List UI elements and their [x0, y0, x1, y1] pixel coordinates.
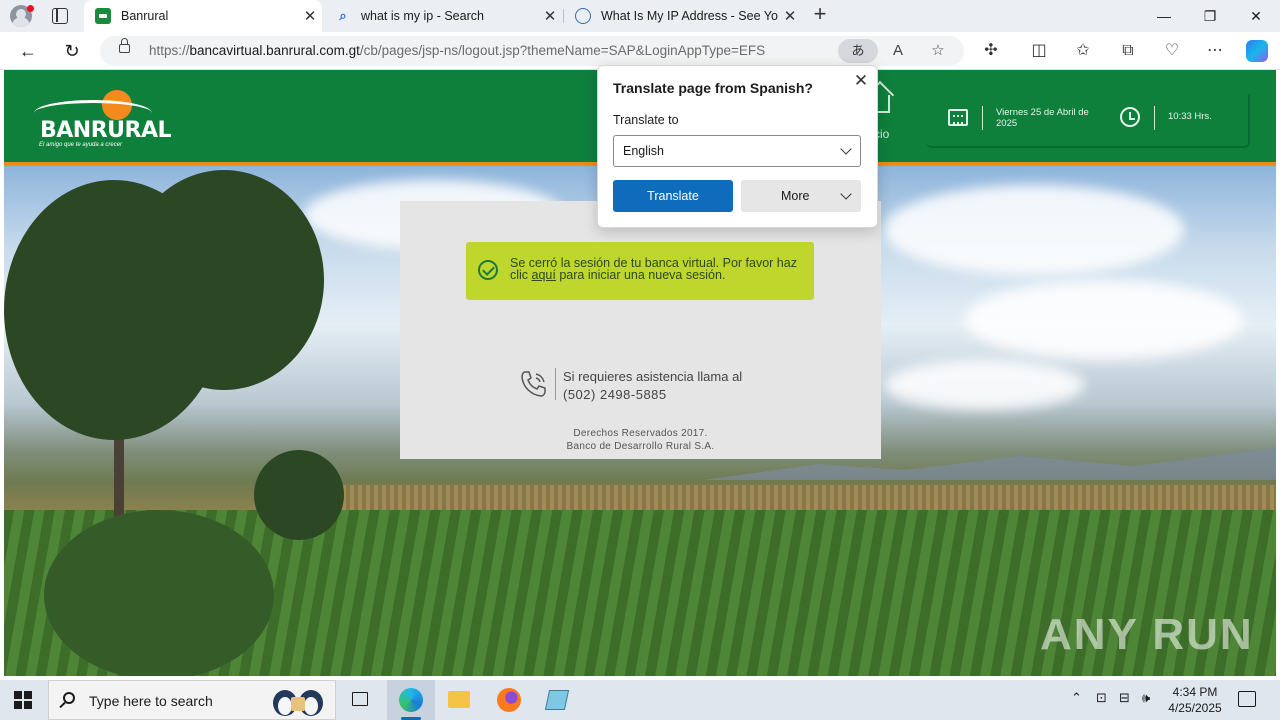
taskbar-time: 4:34 PM: [1172, 685, 1218, 699]
language-select[interactable]: English: [613, 135, 861, 167]
anyrun-watermark: ANY RUN: [1040, 610, 1254, 659]
browser-tab-strip: Banrural ✕ ⌕ what is my ip - Search ✕ Wh…: [0, 0, 1280, 32]
popup-title: Translate page from Spanish?: [613, 80, 813, 96]
divider: [555, 368, 556, 400]
tab-what-is-my-ip[interactable]: What Is My IP Address - See Your ✕: [564, 0, 802, 32]
phone-icon: [521, 371, 546, 397]
date-time-panel: Viernes 25 de Abril de 2025 10:33 Hrs.: [926, 94, 1250, 148]
more-menu-icon[interactable]: ⋯: [1204, 40, 1226, 62]
network-icon[interactable]: ⊟: [1119, 690, 1130, 706]
globe-favicon-icon: [575, 8, 591, 24]
current-date: Viernes 25 de Abril de 2025: [996, 107, 1089, 129]
taskbar: Type here to search ⌃ ⊡ ⊟ 🕪 4:34 PM 4/25…: [0, 680, 1280, 720]
favorite-star-icon[interactable]: ☆: [928, 41, 948, 61]
tab-search[interactable]: ⌕ what is my ip - Search ✕: [324, 0, 562, 32]
firefox-icon[interactable]: [485, 680, 533, 720]
tray-overflow-icon[interactable]: ⌃: [1071, 690, 1082, 706]
bank-name-text: Banco de Desarrollo Rural S.A.: [566, 441, 715, 452]
new-tab-icon[interactable]: +: [808, 3, 832, 27]
divider: [1154, 106, 1155, 130]
taskbar-clock[interactable]: 4:34 PM 4/25/2025: [1160, 684, 1230, 716]
logo-tagline: El amigo que te ayuda a crecer: [39, 142, 123, 148]
popup-close-icon[interactable]: ✕: [852, 72, 870, 90]
translate-icon[interactable]: あ: [838, 39, 878, 63]
tab-title: What Is My IP Address - See Your: [601, 9, 778, 23]
translate-to-label: Translate to: [613, 113, 679, 127]
app-taskbar-icon[interactable]: [533, 680, 581, 720]
tab-close-icon[interactable]: ✕: [538, 7, 562, 25]
profile-notification-dot: [27, 5, 34, 12]
read-aloud-icon[interactable]: A: [888, 41, 908, 61]
current-time: 10:33 Hrs.: [1168, 111, 1212, 122]
windows-start-icon[interactable]: [14, 691, 32, 709]
task-view-icon[interactable]: [336, 680, 384, 720]
check-circle-icon: [478, 260, 498, 280]
logout-card: Se cerró la sesión de tu banca virtual. …: [400, 201, 881, 459]
file-explorer-icon[interactable]: [435, 680, 483, 720]
taskbar-date: 4/25/2025: [1168, 701, 1222, 715]
minimize-icon[interactable]: —: [1141, 0, 1187, 32]
banrural-favicon-icon: [95, 8, 111, 24]
collections-icon[interactable]: ⧉: [1117, 40, 1139, 62]
tab-banrural[interactable]: Banrural ✕: [84, 0, 322, 32]
help-text: Si requieres asistencia llama al: [563, 369, 743, 384]
new-session-link[interactable]: aquí: [532, 268, 556, 282]
volume-icon[interactable]: 🕪: [1142, 690, 1150, 706]
banrural-logo[interactable]: BANRURAL El amigo que te ayuda a crecer: [30, 88, 172, 152]
more-button[interactable]: More: [741, 180, 861, 212]
search-highlight-icon: [273, 690, 323, 716]
lock-icon[interactable]: [119, 38, 130, 53]
favorites-icon[interactable]: ✩: [1072, 40, 1094, 62]
calendar-icon: [948, 109, 968, 126]
url-scheme: https://: [149, 43, 190, 58]
chevron-down-icon: [840, 143, 852, 155]
browser-essentials-icon[interactable]: ♡: [1161, 40, 1183, 62]
logout-notice: Se cerró la sesión de tu banca virtual. …: [466, 242, 814, 300]
tab-actions-icon[interactable]: [52, 8, 68, 24]
tab-title: Banrural: [121, 9, 169, 23]
logo-name: BANRURAL: [40, 118, 172, 143]
restore-icon[interactable]: ❐: [1187, 0, 1233, 32]
split-screen-icon[interactable]: ◫: [1028, 40, 1050, 62]
url-host: bancavirtual.banrural.com.gt: [189, 43, 360, 58]
selected-language: English: [623, 144, 664, 158]
translate-popup: Translate page from Spanish? ✕ Translate…: [597, 65, 878, 228]
copyright-text: Derechos Reservados 2017.: [573, 428, 708, 439]
more-button-label: More: [781, 189, 810, 203]
tab-title: what is my ip - Search: [361, 9, 484, 23]
search-favicon-icon: ⌕: [339, 8, 347, 23]
window-close-icon[interactable]: ✕: [1233, 0, 1279, 32]
help-phone-number: (502) 2498-5885: [563, 387, 667, 402]
logout-message: Se cerró la sesión de tu banca virtual. …: [510, 257, 806, 282]
tray-app-icon[interactable]: ⊡: [1096, 690, 1107, 706]
extensions-icon[interactable]: ✣: [980, 40, 1002, 62]
logout-message-end: para iniciar una nueva sesión.: [555, 268, 726, 282]
notification-center-icon[interactable]: [1238, 691, 1256, 707]
taskbar-search-box[interactable]: Type here to search: [48, 680, 336, 720]
divider: [982, 106, 983, 130]
copilot-icon[interactable]: [1246, 40, 1268, 62]
clock-icon: [1120, 107, 1140, 127]
back-arrow-icon[interactable]: ←: [17, 40, 39, 62]
url-text[interactable]: https://bancavirtual.banrural.com.gt/cb/…: [149, 43, 765, 58]
address-bar[interactable]: https://bancavirtual.banrural.com.gt/cb/…: [100, 36, 964, 66]
tab-close-icon[interactable]: ✕: [298, 7, 322, 25]
tab-close-icon[interactable]: ✕: [778, 7, 802, 25]
edge-taskbar-icon[interactable]: [387, 680, 435, 720]
url-path: /cb/pages/jsp-ns/logout.jsp?themeName=SA…: [359, 43, 766, 58]
chevron-down-icon: [840, 188, 852, 200]
search-placeholder: Type here to search: [89, 693, 213, 709]
search-icon: [63, 692, 75, 704]
refresh-icon[interactable]: ↻: [61, 40, 83, 62]
translate-button[interactable]: Translate: [613, 180, 733, 212]
